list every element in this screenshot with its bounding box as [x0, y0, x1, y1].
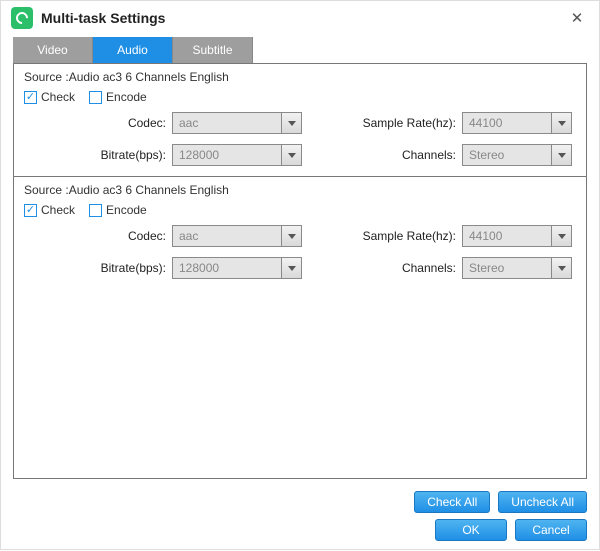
checkbox-icon: [24, 204, 37, 217]
channels-label: Channels:: [302, 261, 462, 275]
dropdown-button[interactable]: [551, 113, 571, 133]
chevron-down-icon: [288, 121, 296, 126]
dropdown-button[interactable]: [281, 226, 301, 246]
channels-value: Stereo: [463, 258, 551, 278]
codec-select[interactable]: aac: [172, 112, 302, 134]
checkbox-icon: [89, 91, 102, 104]
audio-panel: Source :Audio ac3 6 Channels English Che…: [13, 63, 587, 479]
sample-rate-value: 44100: [463, 226, 551, 246]
ok-button[interactable]: OK: [435, 519, 507, 541]
sample-rate-select[interactable]: 44100: [462, 112, 572, 134]
channels-select[interactable]: Stereo: [462, 144, 572, 166]
channels-label: Channels:: [302, 148, 462, 162]
dropdown-button[interactable]: [281, 258, 301, 278]
source-block: Source :Audio ac3 6 Channels English Che…: [14, 177, 586, 289]
check-checkbox[interactable]: Check: [24, 90, 75, 104]
bitrate-value: 128000: [173, 258, 281, 278]
footer: Check All Uncheck All OK Cancel: [1, 479, 599, 551]
codec-value: aac: [173, 113, 281, 133]
dropdown-button[interactable]: [281, 145, 301, 165]
codec-value: aac: [173, 226, 281, 246]
source-header: Source :Audio ac3 6 Channels English: [22, 70, 578, 84]
dropdown-button[interactable]: [551, 226, 571, 246]
bitrate-select[interactable]: 128000: [172, 257, 302, 279]
app-icon: [11, 7, 33, 29]
check-all-button[interactable]: Check All: [414, 491, 490, 513]
cancel-button[interactable]: Cancel: [515, 519, 587, 541]
chevron-down-icon: [288, 266, 296, 271]
chevron-down-icon: [288, 153, 296, 158]
uncheck-all-button[interactable]: Uncheck All: [498, 491, 587, 513]
check-checkbox[interactable]: Check: [24, 203, 75, 217]
close-button[interactable]: ✕: [565, 6, 589, 30]
channels-value: Stereo: [463, 145, 551, 165]
chevron-down-icon: [558, 234, 566, 239]
close-icon: ✕: [571, 9, 584, 27]
checkbox-icon: [24, 91, 37, 104]
dropdown-button[interactable]: [551, 258, 571, 278]
sample-rate-value: 44100: [463, 113, 551, 133]
encode-label: Encode: [106, 90, 147, 104]
encode-label: Encode: [106, 203, 147, 217]
codec-label: Codec:: [22, 229, 172, 243]
chevron-down-icon: [558, 121, 566, 126]
check-label: Check: [41, 90, 75, 104]
bitrate-value: 128000: [173, 145, 281, 165]
tab-subtitle[interactable]: Subtitle: [173, 37, 253, 63]
tab-bar: Video Audio Subtitle: [13, 37, 587, 63]
source-block: Source :Audio ac3 6 Channels English Che…: [14, 64, 586, 177]
window-title: Multi-task Settings: [41, 10, 165, 26]
dropdown-button[interactable]: [551, 145, 571, 165]
bitrate-label: Bitrate(bps):: [22, 148, 172, 162]
check-label: Check: [41, 203, 75, 217]
dropdown-button[interactable]: [281, 113, 301, 133]
sample-rate-label: Sample Rate(hz):: [302, 116, 462, 130]
chevron-down-icon: [288, 234, 296, 239]
codec-select[interactable]: aac: [172, 225, 302, 247]
chevron-down-icon: [558, 266, 566, 271]
checkbox-icon: [89, 204, 102, 217]
sample-rate-select[interactable]: 44100: [462, 225, 572, 247]
sample-rate-label: Sample Rate(hz):: [302, 229, 462, 243]
chevron-down-icon: [558, 153, 566, 158]
encode-checkbox[interactable]: Encode: [89, 90, 147, 104]
codec-label: Codec:: [22, 116, 172, 130]
tab-video[interactable]: Video: [13, 37, 93, 63]
bitrate-select[interactable]: 128000: [172, 144, 302, 166]
tab-audio[interactable]: Audio: [93, 37, 173, 63]
source-header: Source :Audio ac3 6 Channels English: [22, 183, 578, 197]
channels-select[interactable]: Stereo: [462, 257, 572, 279]
encode-checkbox[interactable]: Encode: [89, 203, 147, 217]
bitrate-label: Bitrate(bps):: [22, 261, 172, 275]
title-bar: Multi-task Settings ✕: [1, 1, 599, 35]
